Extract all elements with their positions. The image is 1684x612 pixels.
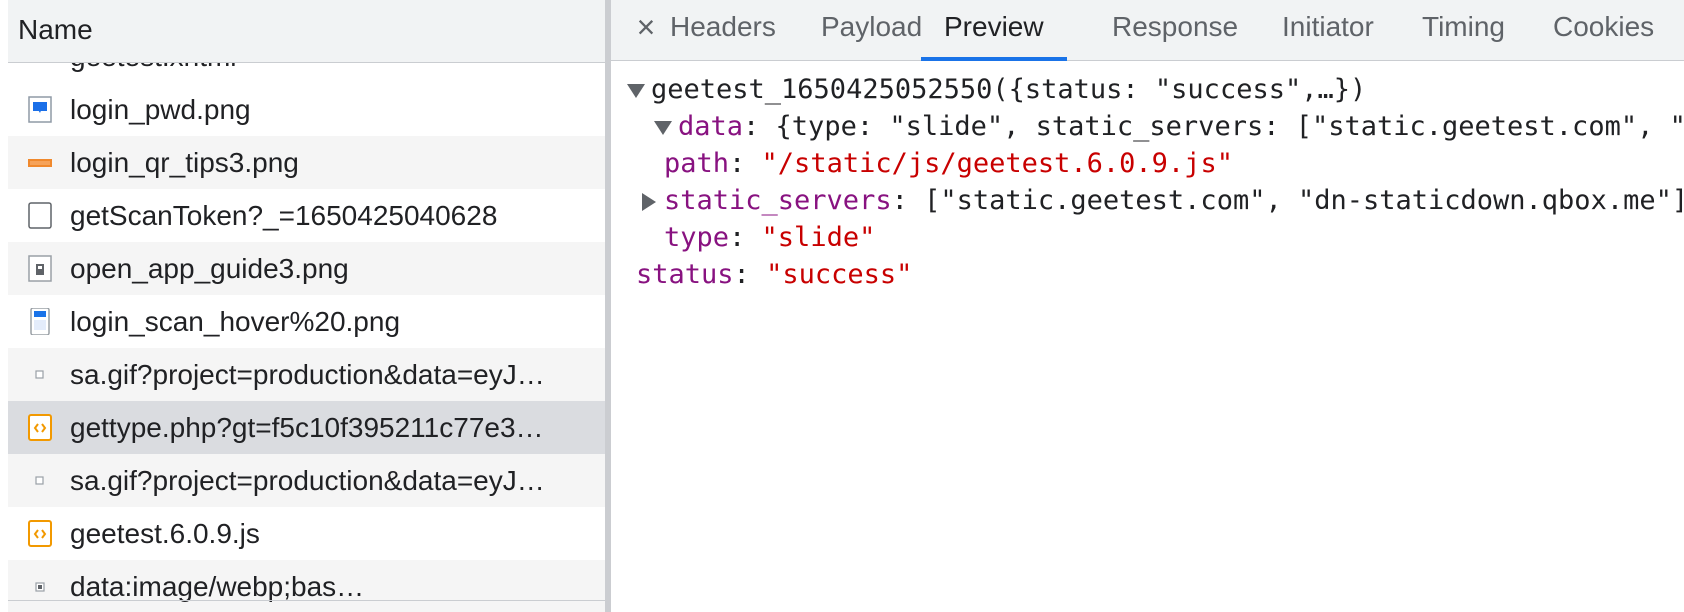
request-row[interactable]: login_scan_hover%20.png	[8, 295, 605, 348]
json-key: data	[678, 111, 744, 142]
request-name: sa.gif?project=production&data=eyJ…	[70, 358, 545, 390]
request-name: geetest.xhtml	[70, 63, 593, 73]
request-row[interactable]: login_pwd.png	[8, 83, 605, 136]
json-key: static_servers	[664, 185, 892, 216]
json-data-node[interactable]: data: {type: "slide", static_servers: ["…	[654, 107, 1684, 147]
request-name: gettype.php?gt=f5c10f395211c77e3…	[70, 411, 544, 443]
name-column-header[interactable]: Name	[8, 0, 605, 63]
request-name: login_qr_tips3.png	[70, 146, 299, 178]
json-preview: geetest_1650425052550({status: "success"…	[611, 62, 1684, 612]
json-type-node: type: "slide"	[664, 222, 876, 253]
collapse-arrow-icon[interactable]	[642, 192, 656, 211]
request-row[interactable]: open_app_guide3.png	[8, 242, 605, 295]
image-icon	[28, 96, 52, 123]
json-key: path	[664, 148, 730, 179]
network-request-list: Name geetest.xhtml login_pwd.png login_q…	[8, 0, 605, 612]
image-icon	[28, 573, 52, 600]
request-row[interactable]: login_qr_tips3.png	[8, 136, 605, 189]
json-path-node: path: "/static/js/geetest.6.0.9.js"	[664, 148, 1233, 179]
request-name: login_scan_hover%20.png	[70, 305, 401, 337]
json-string-value: "success"	[766, 259, 913, 290]
request-row[interactable]: getScanToken?_=1650425040628	[8, 189, 605, 242]
request-rows: geetest.xhtml login_pwd.png login_qr_tip…	[8, 63, 605, 612]
details-tabbar: × Headers Payload Preview Response Initi…	[611, 0, 1684, 61]
list-bottom-divider	[8, 600, 605, 601]
gif-icon	[28, 467, 52, 494]
expand-arrow-icon[interactable]	[654, 120, 672, 135]
json-static-servers-node[interactable]: static_servers: ["static.geetest.com", "…	[642, 181, 1684, 221]
json-string-value: "/static/js/geetest.6.0.9.js"	[761, 148, 1233, 179]
request-name: getScanToken?_=1650425040628	[70, 199, 498, 231]
request-details-panel: × Headers Payload Preview Response Initi…	[611, 0, 1684, 612]
json-status-node: status: "success"	[636, 259, 913, 290]
request-name: sa.gif?project=production&data=eyJ…	[70, 464, 545, 496]
expand-arrow-icon[interactable]	[627, 83, 645, 98]
tab-initiator[interactable]: Initiator	[1258, 0, 1398, 61]
json-key: type	[664, 222, 730, 253]
json-root-node[interactable]: geetest_1650425052550({status: "success"…	[627, 70, 1366, 110]
request-row[interactable]: sa.gif?project=production&data=eyJ…	[8, 454, 605, 507]
request-row[interactable]: geetest.xhtml	[8, 63, 605, 83]
script-icon	[28, 414, 52, 441]
json-root-label: geetest_1650425052550({status: "success"…	[651, 74, 1367, 105]
request-name: data:image/webp;bas…	[70, 570, 365, 602]
tab-headers[interactable]: Headers	[646, 0, 800, 61]
json-key: status	[636, 259, 734, 290]
image-icon	[28, 308, 52, 335]
image-icon	[28, 255, 52, 282]
json-string-value: "slide"	[761, 222, 876, 253]
request-row[interactable]: geetest.6.0.9.js	[8, 507, 605, 560]
request-name: login_pwd.png	[70, 93, 251, 125]
request-name: open_app_guide3.png	[70, 252, 349, 284]
tab-response[interactable]: Response	[1088, 0, 1262, 61]
tab-timing[interactable]: Timing	[1398, 0, 1529, 61]
blank-document-icon	[28, 202, 52, 229]
gif-icon	[28, 361, 52, 388]
image-icon	[28, 149, 52, 176]
json-summary: {type: "slide", static_servers: ["static…	[775, 111, 1684, 142]
tab-preview[interactable]: Preview	[921, 0, 1067, 61]
request-row[interactable]: data:image/webp;bas…	[8, 560, 605, 612]
request-row[interactable]: sa.gif?project=production&data=eyJ…	[8, 348, 605, 401]
tab-cookies[interactable]: Cookies	[1529, 0, 1678, 61]
request-name: geetest.6.0.9.js	[70, 517, 260, 549]
json-array-value: ["static.geetest.com", "dn-staticdown.qb…	[924, 185, 1684, 216]
request-row-selected[interactable]: gettype.php?gt=f5c10f395211c77e3…	[8, 401, 605, 454]
script-icon	[28, 520, 52, 547]
